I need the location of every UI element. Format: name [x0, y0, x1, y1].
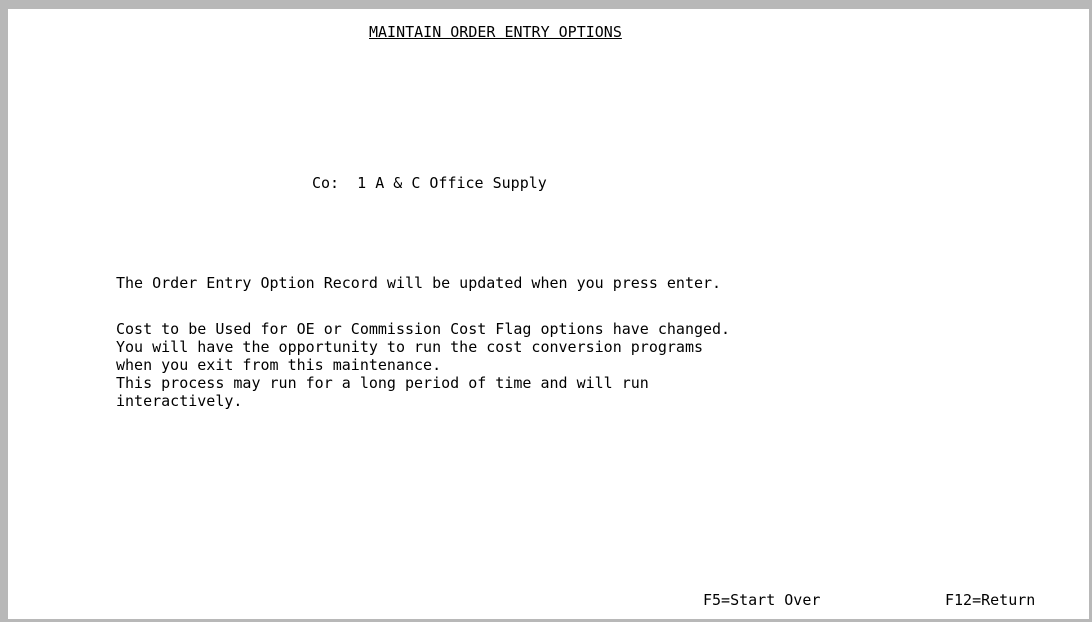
f5-start-over-key[interactable]: F5=Start Over — [703, 591, 820, 609]
cost-message-line-4: This process may run for a long period o… — [116, 374, 649, 392]
page-title: MAINTAIN ORDER ENTRY OPTIONS — [369, 23, 622, 41]
cost-message-line-2: You will have the opportunity to run the… — [116, 338, 703, 356]
cost-message-line-3: when you exit from this maintenance. — [116, 356, 442, 374]
terminal-screen: MAINTAIN ORDER ENTRY OPTIONS Co: 1 A & C… — [0, 0, 1092, 622]
company-label: Co: — [312, 174, 340, 192]
company-number: 1 — [357, 174, 367, 192]
company-line: Co: 1 A & C Office Supply — [312, 174, 547, 192]
company-name: A & C Office Supply — [375, 174, 547, 192]
update-notice: The Order Entry Option Record will be up… — [116, 274, 722, 292]
cost-message-line-1: Cost to be Used for OE or Commission Cos… — [116, 320, 731, 338]
cost-message-line-5: interactively. — [116, 392, 243, 410]
f12-return-key[interactable]: F12=Return — [945, 591, 1035, 609]
